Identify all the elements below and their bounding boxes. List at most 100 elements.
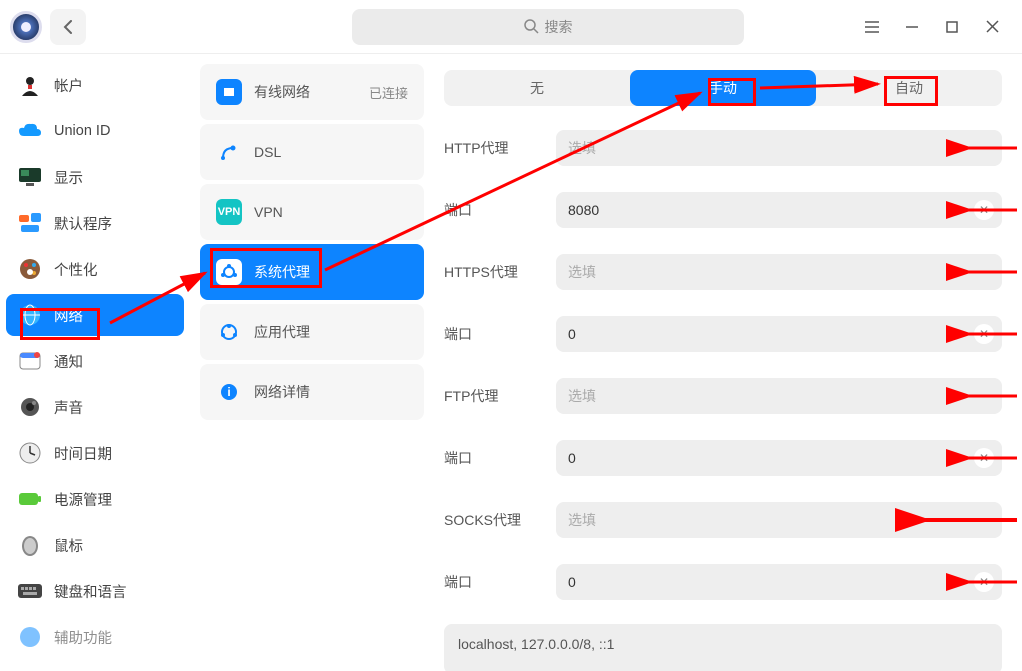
app-proxy-icon bbox=[216, 319, 242, 345]
tab-auto[interactable]: 自动 bbox=[816, 70, 1002, 106]
https-port-input[interactable] bbox=[568, 326, 990, 342]
field-label: 端口 bbox=[444, 324, 556, 344]
sidebar-item-power[interactable]: 电源管理 bbox=[6, 478, 184, 520]
proxy-settings-pane: 无 手动 自动 HTTP代理 端口 ✕ HTTPS代理 端口 bbox=[434, 54, 1022, 671]
socks-port-field[interactable]: ✕ bbox=[556, 564, 1002, 600]
field-label: HTTP代理 bbox=[444, 138, 556, 158]
bypass-list[interactable]: localhost, 127.0.0.0/8, ::1 bbox=[444, 624, 1002, 671]
socks-port-row: 端口 ✕ bbox=[444, 562, 1002, 602]
svg-text:i: i bbox=[227, 385, 230, 399]
network-subnav: 有线网络 已连接 DSL VPN VPN 系统代理 应用代理 i 网络详情 bbox=[190, 54, 434, 671]
field-label: 端口 bbox=[444, 572, 556, 592]
sidebar-item-label: Union ID bbox=[54, 123, 110, 139]
sidebar-item-label: 时间日期 bbox=[54, 443, 112, 464]
sidebar-item-sound[interactable]: 声音 bbox=[6, 386, 184, 428]
vpn-icon: VPN bbox=[216, 199, 242, 225]
sidebar-item-keyboard[interactable]: 键盘和语言 bbox=[6, 570, 184, 612]
sidebar-item-account[interactable]: 帐户 bbox=[6, 64, 184, 106]
search-placeholder: 搜索 bbox=[545, 17, 573, 37]
subnav-item-vpn[interactable]: VPN VPN bbox=[200, 184, 424, 240]
http-proxy-input[interactable] bbox=[568, 140, 990, 156]
menu-button[interactable] bbox=[862, 17, 882, 37]
hamburger-icon bbox=[865, 21, 879, 33]
palette-icon bbox=[18, 257, 42, 281]
subnav-item-dsl[interactable]: DSL bbox=[200, 124, 424, 180]
field-label: FTP代理 bbox=[444, 386, 556, 406]
http-port-field[interactable]: ✕ bbox=[556, 192, 1002, 228]
subnav-item-label: DSL bbox=[254, 144, 281, 160]
field-label: 端口 bbox=[444, 200, 556, 220]
sidebar-item-label: 声音 bbox=[54, 397, 83, 418]
socks-port-input[interactable] bbox=[568, 574, 990, 590]
https-proxy-row: HTTPS代理 bbox=[444, 252, 1002, 292]
subnav-item-network-details[interactable]: i 网络详情 bbox=[200, 364, 424, 420]
ftp-port-row: 端口 ✕ bbox=[444, 438, 1002, 478]
sidebar-item-label: 键盘和语言 bbox=[54, 581, 127, 602]
ftp-port-input[interactable] bbox=[568, 450, 990, 466]
subnav-item-wired[interactable]: 有线网络 已连接 bbox=[200, 64, 424, 120]
http-proxy-row: HTTP代理 bbox=[444, 128, 1002, 168]
sidebar-item-unionid[interactable]: Union ID bbox=[6, 110, 184, 152]
field-label: HTTPS代理 bbox=[444, 262, 556, 282]
clear-icon[interactable]: ✕ bbox=[974, 324, 994, 344]
app-logo bbox=[10, 11, 42, 43]
proxy-mode-tabs: 无 手动 自动 bbox=[444, 70, 1002, 106]
http-proxy-field[interactable] bbox=[556, 130, 1002, 166]
subnav-item-label: 系统代理 bbox=[254, 262, 310, 282]
sidebar-item-label: 网络 bbox=[54, 305, 83, 326]
socks-proxy-row: SOCKS代理 bbox=[444, 500, 1002, 540]
socks-proxy-input[interactable] bbox=[568, 512, 990, 528]
sidebar-item-label: 电源管理 bbox=[54, 489, 112, 510]
https-port-row: 端口 ✕ bbox=[444, 314, 1002, 354]
sidebar-item-default-apps[interactable]: 默认程序 bbox=[6, 202, 184, 244]
tab-none[interactable]: 无 bbox=[444, 70, 630, 106]
sidebar-item-label: 个性化 bbox=[54, 259, 98, 280]
back-button[interactable] bbox=[50, 9, 86, 45]
ethernet-icon bbox=[216, 79, 242, 105]
sidebar-item-mouse[interactable]: 鼠标 bbox=[6, 524, 184, 566]
keyboard-icon bbox=[18, 579, 42, 603]
search-input[interactable]: 搜索 bbox=[352, 9, 744, 45]
connection-status: 已连接 bbox=[369, 83, 408, 102]
notification-icon bbox=[18, 349, 42, 373]
ftp-proxy-field[interactable] bbox=[556, 378, 1002, 414]
subnav-item-app-proxy[interactable]: 应用代理 bbox=[200, 304, 424, 360]
http-port-input[interactable] bbox=[568, 202, 990, 218]
subnav-item-label: VPN bbox=[254, 204, 283, 220]
minimize-icon bbox=[905, 20, 919, 34]
field-label: SOCKS代理 bbox=[444, 510, 556, 530]
sidebar: 帐户 Union ID 显示 默认程序 个性化 网络 通知 声音 bbox=[0, 54, 190, 671]
sidebar-item-label: 通知 bbox=[54, 351, 83, 372]
sidebar-item-label: 鼠标 bbox=[54, 535, 83, 556]
ftp-port-field[interactable]: ✕ bbox=[556, 440, 1002, 476]
defaults-icon bbox=[18, 211, 42, 235]
sidebar-item-notification[interactable]: 通知 bbox=[6, 340, 184, 382]
sidebar-item-display[interactable]: 显示 bbox=[6, 156, 184, 198]
speaker-icon bbox=[18, 395, 42, 419]
titlebar: 搜索 bbox=[0, 0, 1022, 54]
proxy-icon bbox=[216, 259, 242, 285]
sidebar-item-network[interactable]: 网络 bbox=[6, 294, 184, 336]
https-proxy-field[interactable] bbox=[556, 254, 1002, 290]
socks-proxy-field[interactable] bbox=[556, 502, 1002, 538]
sidebar-item-label: 显示 bbox=[54, 167, 83, 188]
close-button[interactable] bbox=[982, 17, 1002, 37]
sidebar-item-time[interactable]: 时间日期 bbox=[6, 432, 184, 474]
https-port-field[interactable]: ✕ bbox=[556, 316, 1002, 352]
display-icon bbox=[18, 165, 42, 189]
clear-icon[interactable]: ✕ bbox=[974, 448, 994, 468]
dsl-icon bbox=[216, 139, 242, 165]
clear-icon[interactable]: ✕ bbox=[974, 572, 994, 592]
maximize-button[interactable] bbox=[942, 17, 962, 37]
network-icon bbox=[18, 303, 42, 327]
sidebar-item-personalization[interactable]: 个性化 bbox=[6, 248, 184, 290]
https-proxy-input[interactable] bbox=[568, 264, 990, 280]
minimize-button[interactable] bbox=[902, 17, 922, 37]
field-label: 端口 bbox=[444, 448, 556, 468]
ftp-proxy-input[interactable] bbox=[568, 388, 990, 404]
clear-icon[interactable]: ✕ bbox=[974, 200, 994, 220]
subnav-item-label: 网络详情 bbox=[254, 382, 310, 402]
subnav-item-system-proxy[interactable]: 系统代理 bbox=[200, 244, 424, 300]
sidebar-item-accessibility[interactable]: 辅助功能 bbox=[6, 616, 184, 658]
tab-manual[interactable]: 手动 bbox=[630, 70, 816, 106]
